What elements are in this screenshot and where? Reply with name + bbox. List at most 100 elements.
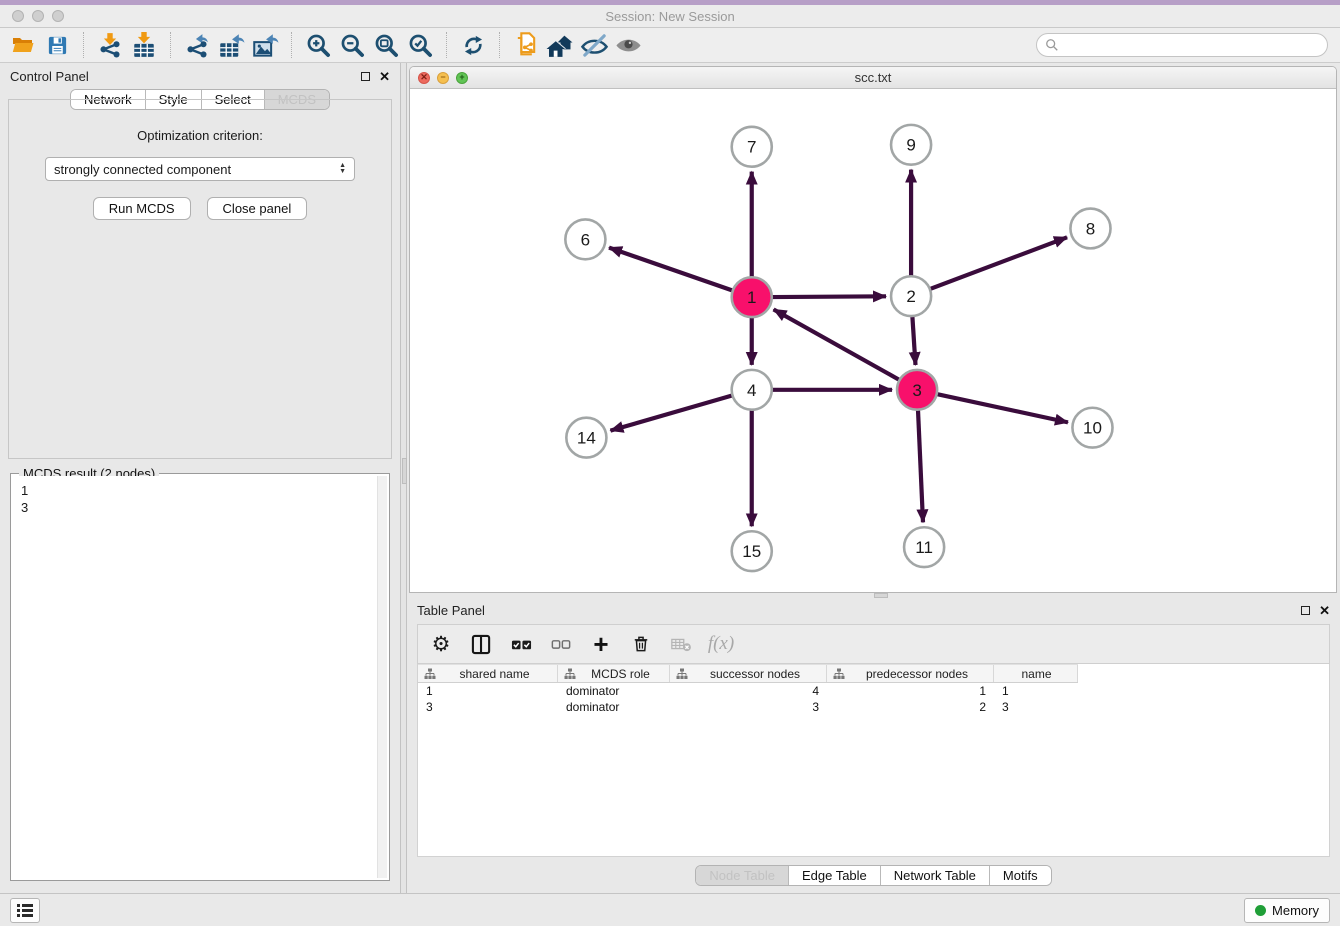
tab-motifs[interactable]: Motifs xyxy=(989,866,1051,885)
graph-edge-2-3[interactable] xyxy=(912,316,915,365)
save-session-button[interactable] xyxy=(42,30,72,60)
column-type-icon xyxy=(564,668,576,680)
float-panel-icon[interactable] xyxy=(361,72,370,81)
home-layout-button[interactable] xyxy=(545,30,575,60)
zoom-fit-icon xyxy=(373,32,400,59)
network-graph[interactable]: 7 9 6 8 1 2 4 3 14 10 15 11 xyxy=(410,89,1336,592)
zoom-fit-button[interactable] xyxy=(371,30,401,60)
import-network-icon xyxy=(97,32,123,58)
horizontal-splitter[interactable] xyxy=(407,593,1340,598)
column-header-shared-name[interactable]: shared name xyxy=(418,665,558,682)
import-network-button[interactable] xyxy=(95,30,125,60)
cell-predecessor-nodes[interactable]: 2 xyxy=(827,699,994,715)
zoom-out-button[interactable] xyxy=(337,30,367,60)
svg-text:6: 6 xyxy=(581,230,590,249)
graph-node-11[interactable]: 11 xyxy=(904,527,944,567)
cell-name[interactable]: 1 xyxy=(994,683,1078,699)
cell-shared-name[interactable]: 3 xyxy=(418,699,558,715)
select-all-button[interactable] xyxy=(508,631,534,657)
table-settings-button[interactable]: ⚙ xyxy=(428,631,454,657)
column-header-predecessor-nodes[interactable]: predecessor nodes xyxy=(827,665,994,682)
deselect-all-button[interactable] xyxy=(548,631,574,657)
mcds-result-list[interactable]: 13 xyxy=(13,476,387,878)
result-scrollbar[interactable] xyxy=(377,476,387,878)
graph-node-14[interactable]: 14 xyxy=(566,418,606,458)
graph-edge-1-2[interactable] xyxy=(772,296,886,297)
toolbar-separator xyxy=(83,32,84,58)
cell-MCDS-role[interactable]: dominator xyxy=(558,683,670,699)
graph-edge-4-14[interactable] xyxy=(610,395,732,430)
hide-details-button[interactable] xyxy=(579,30,609,60)
plus-icon: + xyxy=(593,633,608,655)
cell-name[interactable]: 3 xyxy=(994,699,1078,715)
export-network-button[interactable] xyxy=(182,30,212,60)
graph-node-6[interactable]: 6 xyxy=(565,219,605,259)
column-header-successor-nodes[interactable]: successor nodes xyxy=(670,665,827,682)
task-history-button[interactable] xyxy=(10,898,40,923)
result-line[interactable]: 1 xyxy=(21,482,381,499)
cell-MCDS-role[interactable]: dominator xyxy=(558,699,670,715)
tab-edge-table[interactable]: Edge Table xyxy=(788,866,880,885)
cell-successor-nodes[interactable]: 3 xyxy=(670,699,827,715)
column-header-MCDS-role[interactable]: MCDS role xyxy=(558,665,670,682)
export-table-button[interactable] xyxy=(216,30,246,60)
close-panel-icon[interactable]: ✕ xyxy=(1319,604,1330,617)
node-table[interactable]: shared nameMCDS rolesuccessor nodes prede… xyxy=(417,664,1330,857)
tab-node-table[interactable]: Node Table xyxy=(696,866,788,885)
export-image-button[interactable] xyxy=(250,30,280,60)
search-field[interactable] xyxy=(1036,33,1328,57)
graph-node-8[interactable]: 8 xyxy=(1070,209,1110,249)
cell-successor-nodes[interactable]: 4 xyxy=(670,683,827,699)
graph-node-10[interactable]: 10 xyxy=(1072,408,1112,448)
zoom-in-button[interactable] xyxy=(303,30,333,60)
fx-icon: f(x) xyxy=(708,633,734,655)
table-row[interactable]: 1dominator411 xyxy=(418,683,1078,699)
float-panel-icon[interactable] xyxy=(1301,606,1310,615)
tab-network-table[interactable]: Network Table xyxy=(880,866,989,885)
result-line[interactable]: 3 xyxy=(21,499,381,516)
vertical-splitter[interactable] xyxy=(400,63,407,893)
graph-edge-3-1[interactable] xyxy=(774,309,900,380)
run-mcds-button[interactable]: Run MCDS xyxy=(93,197,191,220)
close-panel-icon[interactable]: ✕ xyxy=(379,70,390,83)
table-body: 1dominator4113dominator323 xyxy=(418,683,1329,715)
cell-shared-name[interactable]: 1 xyxy=(418,683,558,699)
network-canvas[interactable]: 7 9 6 8 1 2 4 3 14 10 15 11 xyxy=(410,89,1336,592)
splitter-handle[interactable] xyxy=(874,593,888,598)
show-details-button[interactable] xyxy=(613,30,643,60)
add-column-button[interactable]: + xyxy=(588,631,614,657)
table-row[interactable]: 3dominator323 xyxy=(418,699,1078,715)
search-input[interactable] xyxy=(1064,38,1319,52)
memory-label: Memory xyxy=(1272,903,1319,918)
graph-node-2[interactable]: 2 xyxy=(891,276,931,316)
graph-node-1[interactable]: 1 xyxy=(732,277,772,317)
open-session-button[interactable] xyxy=(8,30,38,60)
graph-edge-3-11[interactable] xyxy=(918,410,923,523)
cell-predecessor-nodes[interactable]: 1 xyxy=(827,683,994,699)
graph-node-3[interactable]: 3 xyxy=(897,370,937,410)
toolbar-separator xyxy=(446,32,447,58)
column-label: predecessor nodes xyxy=(845,667,989,681)
graph-edge-2-8[interactable] xyxy=(930,237,1067,289)
graph-node-4[interactable]: 4 xyxy=(732,370,772,410)
graph-node-15[interactable]: 15 xyxy=(732,531,772,571)
splitter-handle[interactable] xyxy=(402,458,407,484)
criterion-select[interactable]: strongly connected component ▲▼ xyxy=(45,157,355,181)
graph-edge-1-6[interactable] xyxy=(609,248,733,291)
svg-text:14: 14 xyxy=(577,429,596,448)
zoom-out-icon xyxy=(339,32,366,59)
column-header-name[interactable]: name xyxy=(994,665,1078,682)
list-icon xyxy=(17,903,33,917)
memory-button[interactable]: Memory xyxy=(1244,898,1330,923)
show-columns-button[interactable] xyxy=(468,631,494,657)
zoom-selected-button[interactable] xyxy=(405,30,435,60)
import-table-button[interactable] xyxy=(129,30,159,60)
graph-node-7[interactable]: 7 xyxy=(732,127,772,167)
network-from-selection-button[interactable] xyxy=(511,30,541,60)
refresh-icon xyxy=(461,33,486,58)
graph-edge-3-10[interactable] xyxy=(937,394,1068,422)
refresh-view-button[interactable] xyxy=(458,30,488,60)
delete-column-button[interactable] xyxy=(628,631,654,657)
graph-node-9[interactable]: 9 xyxy=(891,125,931,165)
close-panel-button[interactable]: Close panel xyxy=(207,197,308,220)
